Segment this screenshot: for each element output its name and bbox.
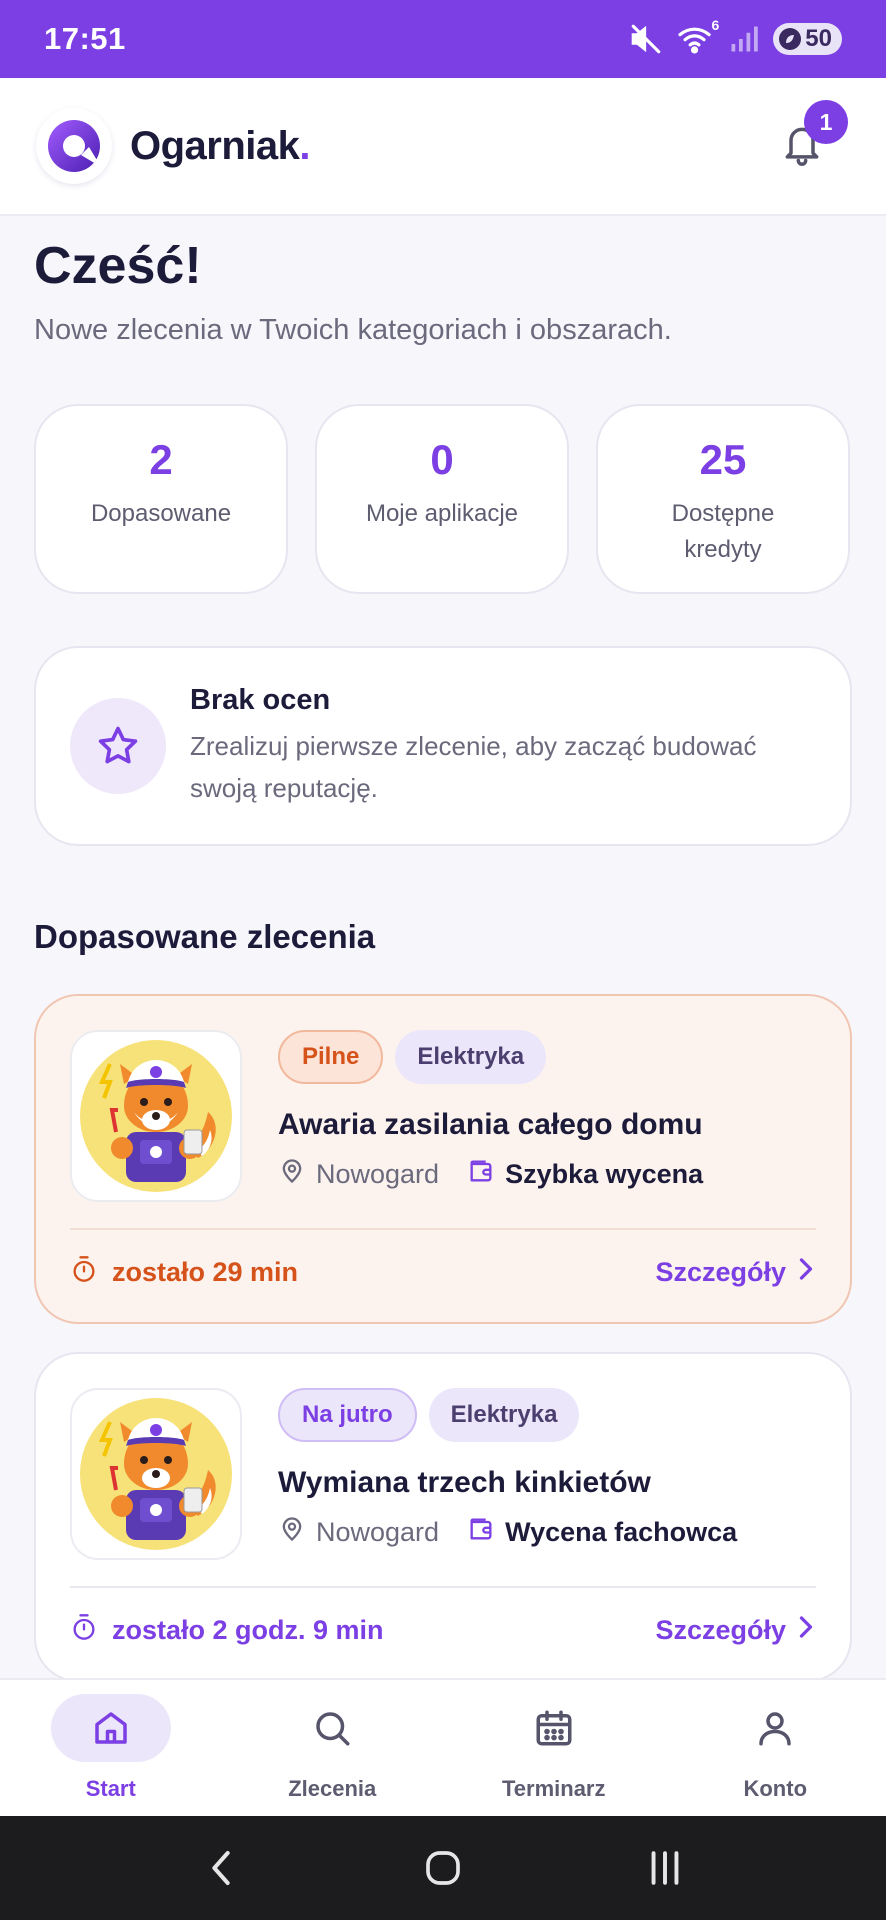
stopwatch-icon	[70, 1254, 98, 1291]
stats-row: 2 Dopasowane 0 Moje aplikacje 25 Dostępn…	[34, 404, 852, 594]
tag-category: Elektryka	[428, 1388, 580, 1442]
section-title: Dopasowane zlecenia	[34, 918, 376, 955]
wifi-icon: 6	[677, 17, 719, 55]
nav-item-start[interactable]: Start	[11, 1680, 211, 1816]
notifications-button[interactable]: 1	[762, 100, 848, 186]
recent-apps-icon[interactable]	[625, 1838, 705, 1898]
star-icon	[70, 698, 166, 794]
logo-icon	[36, 108, 112, 184]
nav-label: Start	[85, 1776, 136, 1801]
back-icon[interactable]	[181, 1838, 261, 1898]
stat-label: Dopasowane	[90, 500, 232, 527]
stat-credits[interactable]: 25 Dostępne kredyty	[596, 404, 850, 594]
stat-value: 2	[149, 436, 173, 483]
battery-icon: 50	[773, 23, 842, 55]
nav-item-konto[interactable]: Konto	[675, 1680, 875, 1816]
wifi-badge: 6	[711, 17, 720, 33]
nav-label: Zlecenia	[288, 1776, 377, 1801]
calendar-icon	[494, 1694, 614, 1762]
location-pin-icon	[278, 1156, 306, 1193]
status-icons: 6 50	[629, 17, 842, 56]
rating-card: Brak ocen Zrealizuj pierwsze zlecenie, a…	[34, 646, 852, 846]
job-tags: Na jutro Elektryka	[278, 1388, 580, 1442]
job-footer: zostało 29 min Szczegóły	[70, 1244, 816, 1300]
chevron-right-icon	[796, 1257, 816, 1288]
job-card[interactable]: Na jutro Elektryka Wymiana trzech kinkie…	[34, 1352, 852, 1678]
home-button-icon[interactable]	[403, 1838, 483, 1898]
nav-item-terminarz[interactable]: Terminarz	[454, 1680, 654, 1816]
brand-name: Ogarniak.	[130, 123, 311, 168]
job-location: Nowogard	[278, 1514, 439, 1551]
rating-description: Zrealizuj pierwsze zlecenie, aby zacząć …	[190, 730, 757, 803]
app-header: Ogarniak. 1	[0, 78, 886, 216]
stat-value: 0	[430, 436, 454, 483]
stat-my-applications[interactable]: 0 Moje aplikacje	[315, 404, 569, 594]
page-subtitle: Nowe zlecenia w Twoich kategoriach i obs…	[34, 314, 672, 346]
job-title: Wymiana trzech kinkietów	[278, 1466, 651, 1499]
status-bar: 17:51 6 50	[0, 0, 886, 78]
job-timer: zostało 2 godz. 9 min	[70, 1612, 384, 1649]
page-title: Cześć!	[34, 237, 202, 295]
tag-priority: Pilne	[278, 1030, 384, 1084]
wallet-icon	[467, 1157, 495, 1192]
battery-saver-icon	[779, 28, 802, 50]
brand[interactable]: Ogarniak.	[36, 108, 311, 184]
nav-label: Terminarz	[501, 1776, 606, 1801]
wallet-icon	[467, 1515, 495, 1550]
fox-mascot-image	[70, 1030, 242, 1202]
job-location: Nowogard	[278, 1156, 439, 1193]
divider	[70, 1586, 816, 1588]
tag-category: Elektryka	[395, 1030, 547, 1084]
location-pin-icon	[278, 1514, 306, 1551]
search-icon	[272, 1694, 392, 1762]
nav-label: Konto	[743, 1776, 808, 1801]
divider	[70, 1228, 816, 1230]
job-price: Wycena fachowca	[467, 1515, 737, 1550]
job-tags: Pilne Elektryka	[278, 1030, 547, 1084]
stopwatch-icon	[70, 1612, 98, 1649]
main-content[interactable]: Cześć! Nowe zlecenia w Twoich kategoriac…	[0, 218, 886, 1678]
job-card[interactable]: Pilne Elektryka Awaria zasilania całego …	[34, 994, 852, 1324]
notification-badge: 1	[804, 100, 848, 144]
details-link[interactable]: Szczegóły	[655, 1615, 816, 1646]
signal-icon	[729, 24, 759, 54]
nav-item-zlecenia[interactable]: Zlecenia	[232, 1680, 432, 1816]
stat-matched[interactable]: 2 Dopasowane	[34, 404, 288, 594]
job-meta: Nowogard Szybka wycena	[278, 1156, 703, 1193]
details-link[interactable]: Szczegóły	[655, 1257, 816, 1288]
chevron-right-icon	[796, 1615, 816, 1646]
user-icon	[715, 1694, 835, 1762]
job-footer: zostało 2 godz. 9 min Szczegóły	[70, 1602, 816, 1658]
rating-title: Brak ocen	[190, 683, 331, 716]
bottom-nav: Start Zlecenia Terminarz Konto	[0, 1678, 886, 1816]
job-price: Szybka wycena	[467, 1157, 703, 1192]
job-meta: Nowogard Wycena fachowca	[278, 1514, 737, 1551]
status-time: 17:51	[44, 21, 126, 56]
stat-value: 25	[699, 436, 747, 483]
job-timer: zostało 29 min	[70, 1254, 298, 1291]
stat-label: Moje aplikacje	[365, 500, 519, 527]
battery-level: 50	[805, 25, 832, 52]
stat-label: Dostępne kredyty	[671, 500, 775, 563]
system-nav-bar	[0, 1816, 886, 1920]
job-title: Awaria zasilania całego domu	[278, 1108, 703, 1141]
home-icon	[50, 1694, 171, 1762]
fox-mascot-image	[70, 1388, 242, 1560]
mute-icon	[629, 22, 663, 56]
tag-priority: Na jutro	[278, 1388, 417, 1442]
